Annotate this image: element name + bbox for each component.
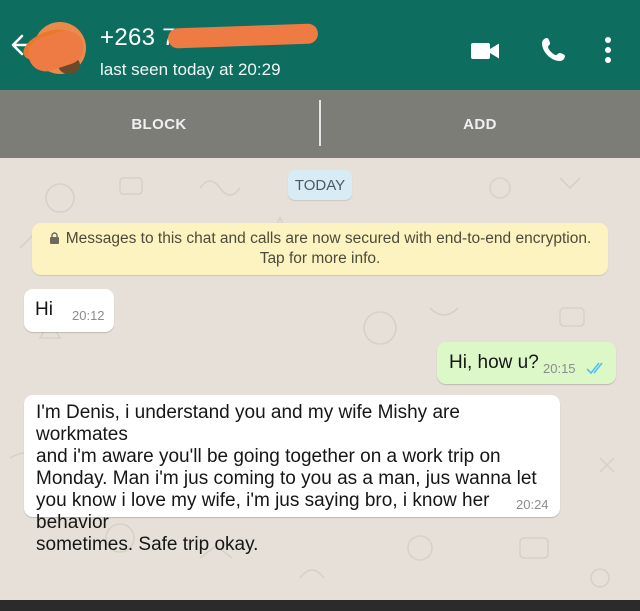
more-options-icon[interactable] [594, 35, 622, 65]
video-call-icon[interactable] [468, 36, 504, 66]
chat-screen: +263 77 last seen today at 20:29 BLOCK A… [0, 0, 640, 600]
block-button[interactable]: BLOCK [0, 90, 318, 158]
redaction-mark [167, 23, 319, 49]
message-line: Monday. Man i'm jus coming to you as a m… [36, 468, 537, 489]
message-line: you know i love my wife, i'm jus saying … [36, 490, 490, 533]
message-line: sometimes. Safe trip okay. [36, 534, 259, 555]
encryption-notice-line2: Tap for more info. [259, 250, 381, 267]
message-line: I'm Denis, i understand you and my wife … [36, 402, 460, 445]
message-time: 20:24 [516, 497, 549, 512]
message-time: 20:15 [543, 361, 576, 376]
incoming-message[interactable]: I'm Denis, i understand you and my wife … [24, 395, 560, 555]
chat-header: +263 77 last seen today at 20:29 [0, 0, 640, 90]
screen-border [0, 600, 640, 611]
encryption-notice[interactable]: Messages to this chat and calls are now … [32, 223, 608, 275]
message-text: Hi [35, 299, 53, 320]
lock-icon [49, 232, 59, 244]
voice-call-icon[interactable] [536, 34, 572, 64]
message-time: 20:12 [72, 308, 105, 323]
message-text: Hi, how u? [449, 352, 539, 373]
message-line: and i'm aware you'll be going together o… [36, 446, 501, 467]
last-seen-status: last seen today at 20:29 [100, 60, 281, 79]
encryption-notice-line1: Messages to this chat and calls are now … [65, 230, 592, 247]
outgoing-message[interactable]: Hi, how u? 20:15 [437, 342, 616, 384]
date-divider-chip: TODAY [288, 170, 352, 200]
unknown-contact-action-bar: BLOCK ADD [0, 90, 640, 158]
read-receipt-icon [586, 362, 603, 375]
add-contact-button[interactable]: ADD [321, 90, 639, 158]
message-text: I'm Denis, i understand you and my wife … [36, 402, 556, 556]
incoming-message[interactable]: Hi 20:12 [24, 289, 114, 332]
